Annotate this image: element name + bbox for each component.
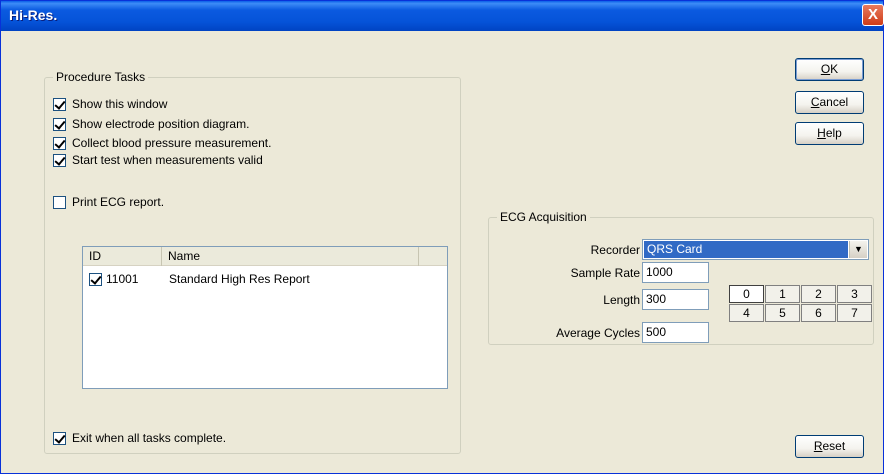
- print-report-checkbox[interactable]: [53, 195, 66, 209]
- ecg-acquisition-title: ECG Acquisition: [497, 210, 590, 224]
- start-when-valid-checkbox[interactable]: [53, 153, 66, 167]
- digit-button-0[interactable]: 0: [729, 285, 764, 303]
- report-list-header: ID Name: [83, 247, 447, 266]
- task-label: Show this window: [72, 97, 168, 111]
- average-cycles-label: Average Cycles: [556, 326, 640, 340]
- digit-button-1[interactable]: 1: [765, 285, 800, 303]
- exit-when-complete-label: Exit when all tasks complete.: [72, 431, 227, 445]
- close-icon: X: [867, 6, 878, 23]
- digit-button-6[interactable]: 6: [801, 304, 836, 322]
- reset-label: eset: [822, 439, 846, 453]
- recorder-label: Recorder: [590, 243, 640, 257]
- help-button[interactable]: Help: [795, 122, 864, 145]
- show-window-checkbox[interactable]: [53, 97, 66, 111]
- digit-button-5[interactable]: 5: [765, 304, 800, 322]
- column-header-name[interactable]: Name: [162, 247, 419, 266]
- task-label: Show electrode position diagram.: [72, 117, 250, 131]
- cancel-button[interactable]: Cancel: [795, 91, 864, 114]
- report-id-cell: 11001: [89, 272, 169, 286]
- ok-label: K: [830, 62, 839, 76]
- digit-button-3[interactable]: 3: [837, 285, 872, 303]
- digit-button-4[interactable]: 4: [729, 304, 764, 322]
- procedure-tasks-title: Procedure Tasks: [53, 70, 149, 84]
- ok-button[interactable]: OK: [795, 58, 864, 81]
- list-item[interactable]: 11001 Standard High Res Report: [89, 271, 310, 287]
- task-print-report[interactable]: Print ECG report.: [53, 194, 164, 210]
- hi-res-dialog: Hi-Res. X Procedure Tasks Show this wind…: [0, 0, 884, 474]
- task-start-when-valid[interactable]: Start test when measurements valid: [53, 152, 263, 168]
- blood-pressure-checkbox[interactable]: [53, 136, 66, 150]
- dialog-client: Procedure Tasks Show this window Show el…: [4, 31, 880, 471]
- window-title: Hi-Res.: [9, 7, 58, 23]
- task-blood-pressure[interactable]: Collect blood pressure measurement.: [53, 135, 271, 151]
- task-label: Start test when measurements valid: [72, 153, 263, 167]
- chevron-down-icon[interactable]: ▼: [849, 241, 867, 258]
- reset-button[interactable]: Reset: [795, 435, 864, 458]
- ok-mnemonic: O: [820, 62, 831, 76]
- report-list[interactable]: ID Name 11001 Standard High Res Report: [82, 246, 448, 389]
- print-report-label: Print ECG report.: [72, 195, 165, 209]
- digit-button-2[interactable]: 2: [801, 285, 836, 303]
- digit-button-7[interactable]: 7: [837, 304, 872, 322]
- electrode-diagram-checkbox[interactable]: [53, 117, 66, 131]
- help-label: elp: [825, 126, 842, 140]
- sample-rate-label: Sample Rate: [570, 266, 640, 280]
- task-show-window[interactable]: Show this window: [53, 96, 167, 112]
- exit-when-complete[interactable]: Exit when all tasks complete.: [53, 430, 226, 446]
- sample-rate-field[interactable]: 1000: [642, 262, 709, 283]
- help-mnemonic: H: [817, 126, 826, 140]
- report-checkbox[interactable]: [89, 272, 102, 286]
- cancel-label: ancel: [819, 95, 849, 109]
- column-header-id[interactable]: ID: [83, 247, 162, 266]
- length-field[interactable]: 300: [642, 289, 709, 310]
- report-id: 11001: [106, 272, 139, 286]
- recorder-value: QRS Card: [644, 241, 848, 258]
- exit-when-complete-checkbox[interactable]: [53, 431, 66, 445]
- title-bar[interactable]: Hi-Res. X: [1, 1, 884, 31]
- recorder-select[interactable]: QRS Card ▼: [642, 239, 869, 260]
- task-label: Collect blood pressure measurement.: [72, 136, 272, 150]
- average-cycles-field[interactable]: 500: [642, 322, 709, 343]
- close-button[interactable]: X: [862, 4, 884, 26]
- task-electrode-diagram[interactable]: Show electrode position diagram.: [53, 116, 249, 132]
- length-label: Length: [603, 293, 640, 307]
- report-name: Standard High Res Report: [169, 272, 310, 286]
